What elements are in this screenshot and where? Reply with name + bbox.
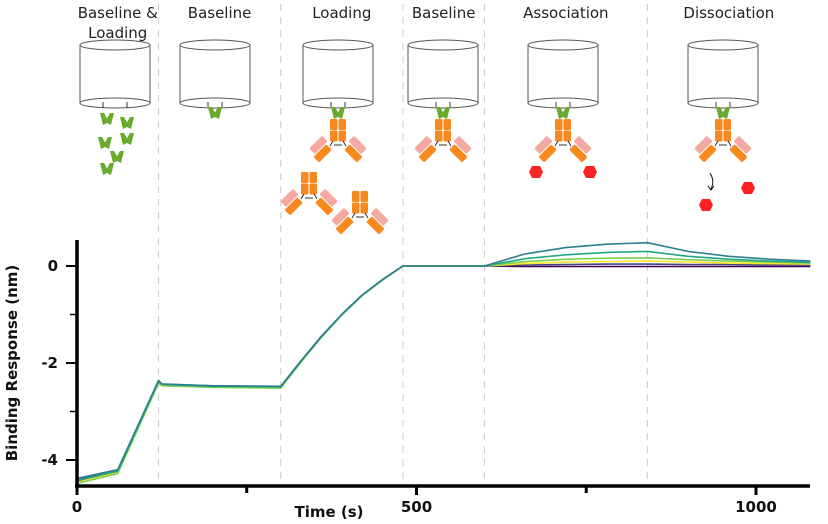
cartoon-association [527,39,599,178]
phase-cartoons [79,39,759,236]
biosensor-icon [302,39,374,109]
phase-label: Baseline [412,4,476,22]
antibody-icon [277,171,341,217]
ligand-icon [98,137,112,149]
phase-label: Baseline [188,4,252,22]
curves [76,241,811,485]
y-tick-label: -2 [41,354,58,372]
phase-label: Baseline & [78,4,158,22]
dissociation-arrow-icon [709,172,714,190]
y-tick-label: -4 [41,451,58,469]
plot-area: 0 -2 -4 0 500 1000 Time (s) Binding Response … [3,240,811,521]
cartoon-baseline-1 [179,39,251,119]
phase-label: Loading [312,4,371,22]
analyte-icon [699,199,713,211]
cartoon-loading [277,39,392,236]
bli-sensorgram-figure: Baseline & Loading Baseline Loading Baseline… [3,4,811,521]
analyte-icon [529,166,543,178]
x-axis-label: Time (s) [294,503,363,521]
ligand-icon [716,107,730,119]
antibody-icon [691,118,755,164]
antibody-icon [306,118,370,164]
ligand-icon [331,107,345,119]
antibody-icon [328,190,392,236]
phase-label: Association [523,4,608,22]
ligand-icon [120,117,134,129]
cartoon-dissociation [687,39,759,211]
antibody-icon [411,118,475,164]
biosensor-icon [79,39,151,109]
series-line-1 [76,250,811,482]
series-line-5 [76,265,811,482]
biosensor-icon [407,39,479,109]
x-tick-label: 0 [72,498,82,516]
ligand-icon [208,107,222,119]
antibody-icon [531,118,595,164]
series-line-0 [76,241,811,480]
x-tick-label: 1000 [735,498,777,516]
analyte-icon [583,166,597,178]
y-axis-label: Binding Response (nm) [3,265,21,462]
ligand-icon [120,133,134,145]
x-tick-label: 500 [401,498,432,516]
phase-label: Dissociation [683,4,774,22]
ligand-icon [556,107,570,119]
phase-label: Loading [88,24,147,42]
cartoon-baseline-loading [79,39,151,175]
biosensor-icon [687,39,759,109]
biosensor-icon [527,39,599,109]
y-tick-label: 0 [48,257,58,275]
ligand-icon [100,163,114,175]
axis-ticks: 0 -2 -4 0 500 1000 [41,257,777,516]
series-line-3 [76,260,811,484]
biosensor-icon [179,39,251,109]
series-line-4 [76,263,811,481]
analyte-icon [741,182,755,194]
phase-labels: Baseline & Loading Baseline Loading Baseline… [78,4,775,42]
ligand-icon [110,151,124,163]
ligand-icon [100,113,114,125]
ligand-icon [436,107,450,119]
phase-dividers [157,4,648,484]
series-line-2 [76,257,811,485]
cartoon-baseline-2 [407,39,479,164]
